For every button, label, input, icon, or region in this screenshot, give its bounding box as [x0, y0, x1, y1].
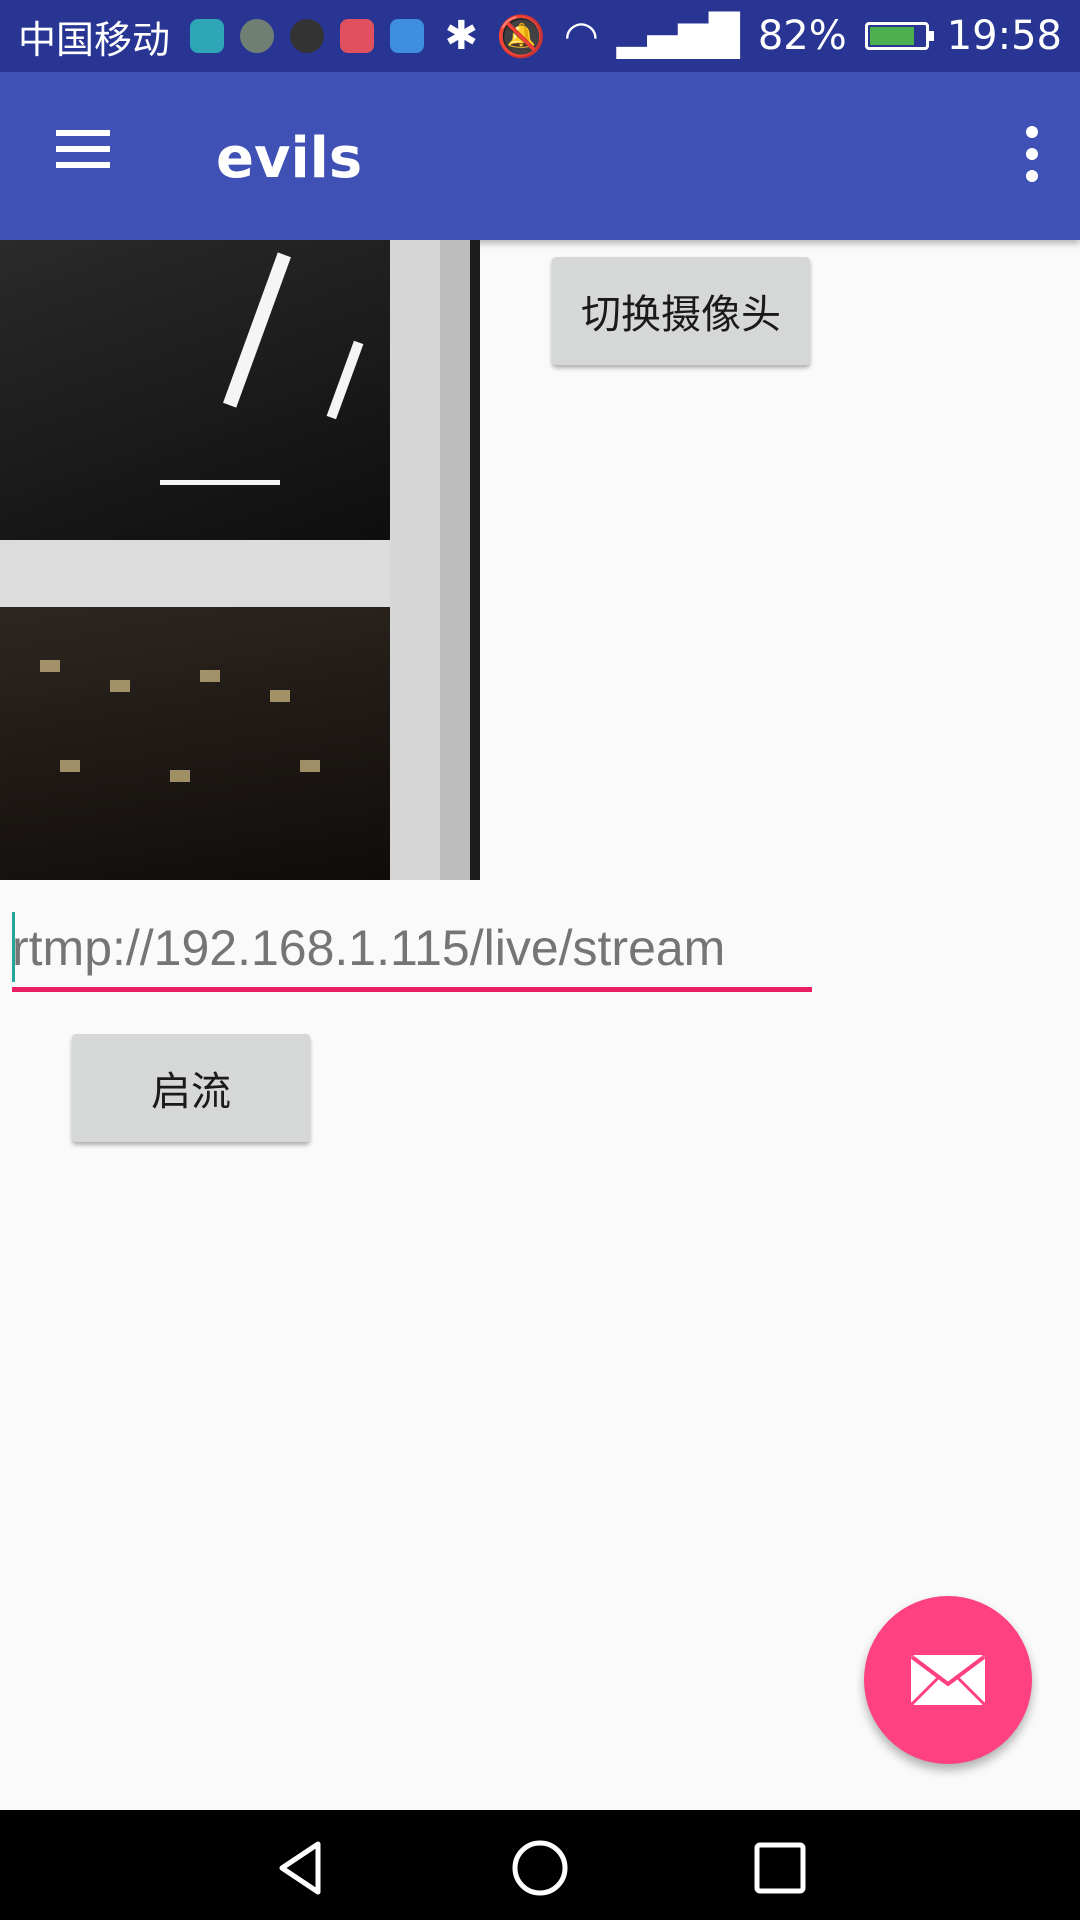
mute-icon: 🔕	[496, 13, 546, 60]
android-icon	[190, 19, 225, 53]
camera-preview	[0, 240, 480, 880]
signal-icon: ▂▄▆█	[616, 13, 740, 59]
preview-window-light	[270, 690, 290, 702]
preview-window-frame-side	[390, 240, 440, 880]
preview-window-lower	[0, 607, 400, 880]
preview-window-light	[200, 670, 220, 682]
status-bar: 中国移动 ✱ 🔕 ◠ ▂▄▆█ 82% 19:58	[0, 0, 1080, 72]
carrier-label: 中国移动	[18, 17, 171, 62]
bluetooth-icon: ✱	[444, 13, 479, 59]
preview-window-light	[170, 770, 190, 782]
recent-apps-icon[interactable]	[750, 1838, 810, 1898]
music-icon	[240, 19, 275, 53]
mail-icon	[910, 1655, 986, 1706]
preview-window-light	[40, 660, 60, 672]
back-icon[interactable]	[270, 1838, 330, 1898]
switch-camera-button[interactable]: 切换摄像头	[552, 257, 810, 365]
more-vertical-icon[interactable]	[1012, 120, 1052, 190]
preview-window-light	[60, 760, 80, 772]
cloud-icon	[390, 19, 425, 53]
preview-window-upper	[0, 240, 390, 540]
start-stream-button[interactable]: 启流	[72, 1034, 310, 1142]
mail-fab-button[interactable]	[864, 1596, 1032, 1764]
battery-fill	[869, 27, 914, 45]
navigation-bar	[0, 1810, 1080, 1920]
preview-window-light	[300, 760, 320, 772]
system-status: ✱ 🔕 ◠ ▂▄▆█ 82% 19:58	[445, 13, 1062, 60]
tool-icon	[340, 19, 375, 53]
rocket-icon	[290, 19, 325, 53]
preview-light	[160, 480, 280, 485]
battery-icon	[864, 22, 934, 50]
stream-url-input[interactable]	[12, 908, 812, 992]
text-cursor	[12, 912, 15, 982]
menu-icon[interactable]	[48, 122, 118, 182]
battery-percent: 82%	[757, 13, 847, 59]
notification-icons	[190, 19, 425, 53]
wifi-icon: ◠	[563, 13, 599, 59]
clock: 19:58	[946, 13, 1062, 59]
preview-window-light	[110, 680, 130, 692]
app-title: evils	[216, 126, 363, 191]
home-icon[interactable]	[510, 1838, 570, 1898]
preview-blind	[440, 240, 470, 880]
app-bar: evils	[0, 72, 1080, 240]
